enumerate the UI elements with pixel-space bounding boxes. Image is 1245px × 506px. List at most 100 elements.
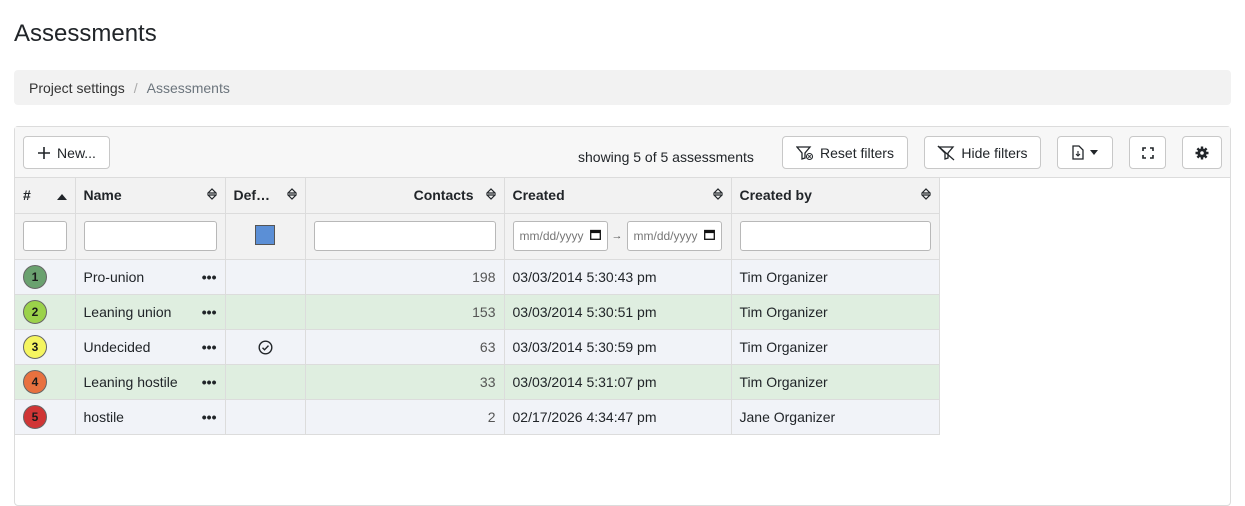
created-by-filter-input[interactable] (739, 221, 931, 251)
table-row[interactable]: 5 hostile ••• 2 02/17/2026 4:34:47 pm Jane Or… (15, 399, 940, 435)
default-cell (225, 399, 306, 435)
filter-off-icon (937, 145, 955, 161)
fullscreen-button[interactable] (1129, 136, 1166, 169)
default-cell (225, 364, 306, 400)
date-placeholder: mm/dd/yyyy (633, 229, 698, 243)
contacts-cell: 33 (305, 364, 505, 400)
column-default-header[interactable]: Def… (225, 178, 306, 214)
created-by-cell: Tim Organizer (731, 364, 940, 400)
default-filter-checkbox[interactable] (255, 224, 275, 245)
assessment-number-badge: 2 (23, 299, 47, 324)
created-cell: 03/03/2014 5:30:51 pm (504, 294, 732, 330)
created-by-cell: Jane Organizer (731, 399, 940, 435)
name-cell[interactable]: Leaning hostile ••• (75, 364, 226, 400)
contacts-cell: 63 (305, 329, 505, 365)
number-filter-input[interactable] (23, 221, 67, 251)
reset-filters-label: Reset filters (820, 144, 894, 161)
contacts-filter-input[interactable] (313, 221, 496, 251)
name-filter-input[interactable] (83, 221, 217, 251)
hide-filters-button[interactable]: Hide filters (924, 136, 1041, 169)
contacts-cell: 198 (305, 259, 505, 295)
table-row[interactable]: 1 Pro-union ••• 198 03/03/2014 5:30:43 pm Tim… (15, 259, 940, 295)
column-created-label: Created (512, 187, 565, 204)
name-cell[interactable]: Leaning union ••• (75, 294, 226, 330)
created-from-date-input[interactable]: mm/dd/yyyy (512, 221, 608, 251)
number-cell: 2 (15, 294, 76, 330)
caret-down-icon (1090, 150, 1098, 155)
assessments-panel: New... showing 5 of 5 assessments Reset … (14, 126, 1231, 506)
column-created-by-header[interactable]: Created by (731, 178, 940, 214)
plus-icon (37, 146, 51, 160)
name-cell[interactable]: Pro-union ••• (75, 259, 226, 295)
export-dropdown-button[interactable] (1057, 136, 1113, 169)
table-row[interactable]: 2 Leaning union ••• 153 03/03/2014 5:30:51 p… (15, 294, 940, 330)
created-cell: 02/17/2026 4:34:47 pm (504, 399, 732, 435)
created-cell: 03/03/2014 5:30:59 pm (504, 329, 732, 365)
reset-filters-button[interactable]: Reset filters (782, 136, 908, 169)
toolbar: New... showing 5 of 5 assessments Reset … (15, 127, 1230, 178)
fullscreen-icon (1141, 146, 1154, 159)
hide-filters-label: Hide filters (961, 144, 1028, 161)
gear-icon (1195, 146, 1209, 160)
assessments-table: # Name Def… Contacts Created Created by … (15, 178, 940, 435)
number-cell: 3 (15, 329, 76, 365)
filter-row: mm/dd/yyyy → mm/dd/yyyy (15, 213, 940, 260)
assessment-number-badge: 1 (23, 264, 47, 289)
column-number-label: # (23, 187, 31, 204)
new-button-label: New... (57, 144, 96, 161)
created-by-cell: Tim Organizer (731, 259, 940, 295)
table-row[interactable]: 3 Undecided ••• 63 03/03/2014 5:30:59 pm Tim … (15, 329, 940, 365)
more-options-icon[interactable]: ••• (202, 339, 217, 355)
breadcrumb: Project settings / Assessments (14, 70, 1231, 105)
assessment-name[interactable]: hostile (84, 409, 124, 425)
column-number-header[interactable]: # (15, 178, 76, 214)
date-placeholder: mm/dd/yyyy (519, 229, 584, 243)
column-name-label: Name (83, 187, 122, 204)
sort-icon (712, 187, 723, 203)
created-cell: 03/03/2014 5:31:07 pm (504, 364, 732, 400)
more-options-icon[interactable]: ••• (202, 374, 217, 390)
page-title: Assessments (14, 20, 157, 47)
column-default-label: Def… (233, 187, 271, 204)
column-contacts-header[interactable]: Contacts (305, 178, 505, 214)
number-cell: 5 (15, 399, 76, 435)
sort-icon (286, 187, 297, 203)
created-cell: 03/03/2014 5:30:43 pm (504, 259, 732, 295)
calendar-icon[interactable] (589, 229, 601, 243)
assessment-number-badge: 5 (23, 404, 47, 429)
showing-count: showing 5 of 5 assessments (578, 149, 754, 165)
settings-button[interactable] (1182, 136, 1222, 169)
sort-icon (206, 187, 217, 203)
name-cell[interactable]: hostile ••• (75, 399, 226, 435)
assessment-name[interactable]: Pro-union (84, 269, 145, 285)
more-options-icon[interactable]: ••• (202, 409, 217, 425)
number-cell: 4 (15, 364, 76, 400)
assessment-name[interactable]: Leaning union (84, 304, 172, 320)
default-cell (225, 329, 306, 365)
table-row[interactable]: 4 Leaning hostile ••• 33 03/03/2014 5:31:07 … (15, 364, 940, 400)
calendar-icon[interactable] (703, 229, 715, 243)
default-cell (225, 259, 306, 295)
assessment-name[interactable]: Undecided (84, 339, 151, 355)
column-created-header[interactable]: Created (504, 178, 732, 214)
number-cell: 1 (15, 259, 76, 295)
name-cell[interactable]: Undecided ••• (75, 329, 226, 365)
column-contacts-label: Contacts (413, 187, 474, 204)
breadcrumb-project-settings[interactable]: Project settings (29, 80, 125, 96)
assessment-number-badge: 4 (23, 369, 47, 394)
assessment-name[interactable]: Leaning hostile (84, 374, 178, 390)
more-options-icon[interactable]: ••• (202, 269, 217, 285)
contacts-cell: 153 (305, 294, 505, 330)
new-button[interactable]: New... (23, 136, 110, 169)
created-by-cell: Tim Organizer (731, 294, 940, 330)
date-range-arrow: → (611, 230, 623, 242)
filter-reset-icon (796, 145, 814, 161)
created-to-date-input[interactable]: mm/dd/yyyy (626, 221, 722, 251)
check-circle-icon (257, 338, 273, 355)
file-export-icon (1072, 145, 1084, 160)
breadcrumb-separator: / (133, 79, 138, 96)
column-name-header[interactable]: Name (75, 178, 226, 214)
created-by-cell: Tim Organizer (731, 329, 940, 365)
sort-icon (920, 187, 931, 203)
more-options-icon[interactable]: ••• (202, 304, 217, 320)
